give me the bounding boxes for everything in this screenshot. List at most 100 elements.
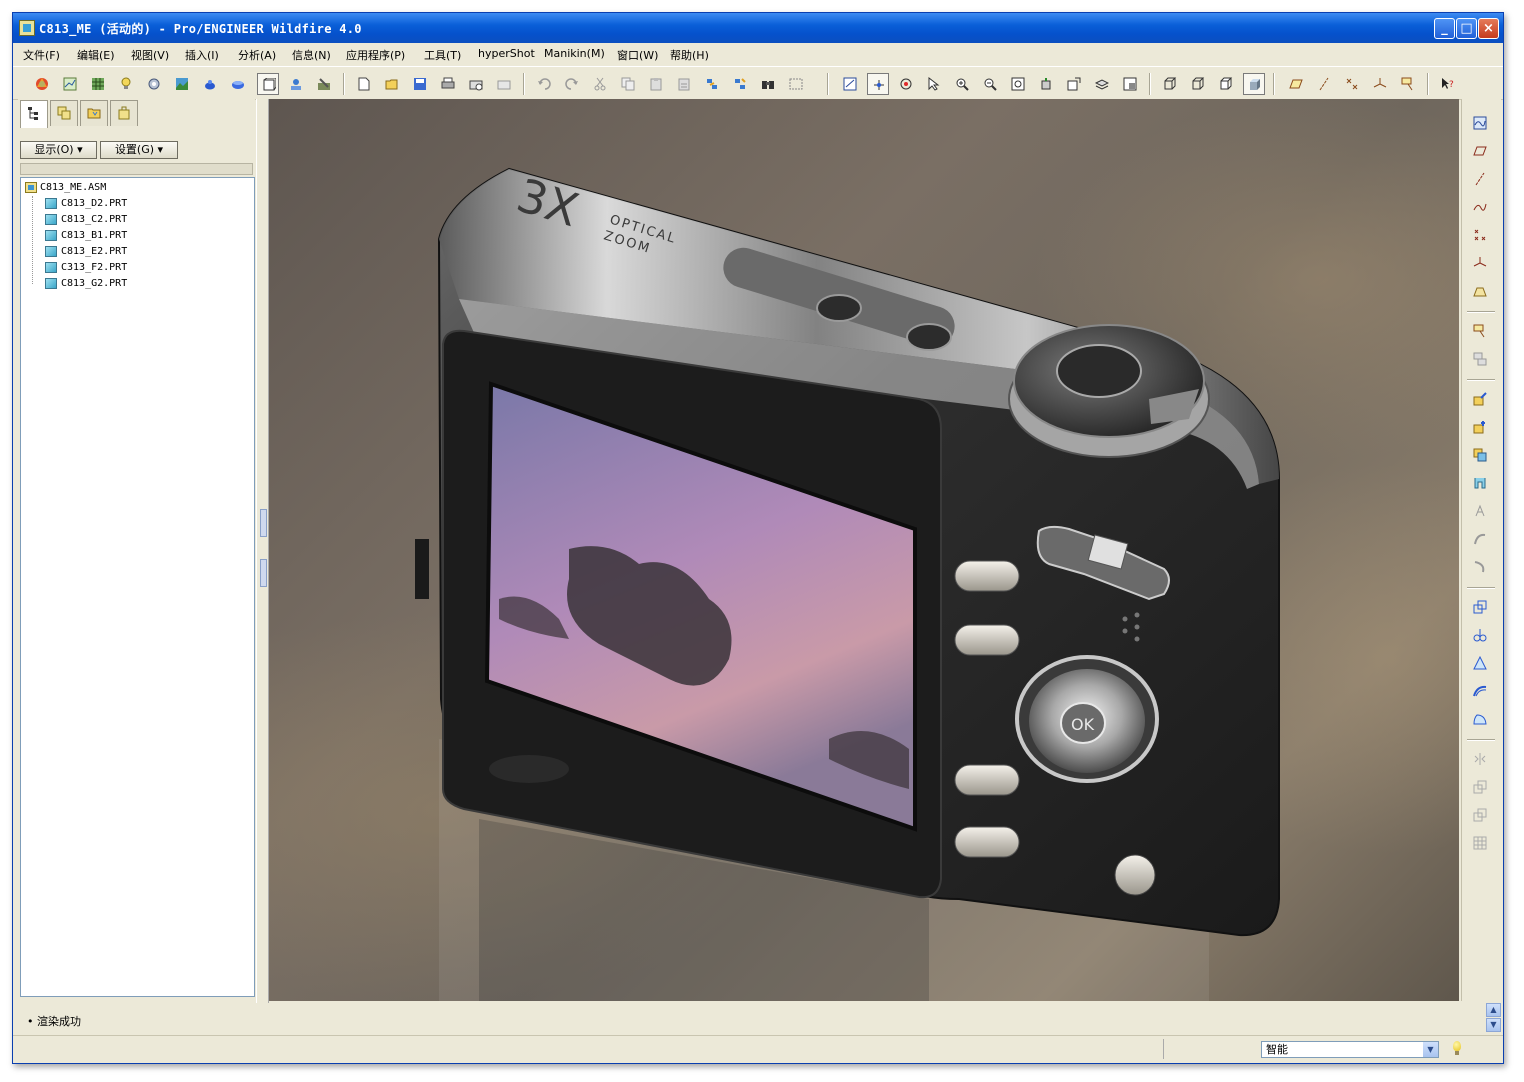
selection-filter-dropdown[interactable]: 智能 ▼ bbox=[1261, 1041, 1439, 1058]
create-component-button[interactable] bbox=[1470, 417, 1490, 437]
title-bar[interactable]: C813_ME (活动的) - Pro/ENGINEER Wildfire 4.… bbox=[13, 13, 1503, 43]
tree-item[interactable]: C813_C2.PRT bbox=[45, 212, 127, 228]
sweep-button[interactable] bbox=[1470, 681, 1490, 701]
plane-button[interactable] bbox=[1470, 141, 1490, 161]
menu-view[interactable]: 视图(V) bbox=[131, 47, 169, 63]
orient-mode-button[interactable] bbox=[895, 73, 917, 95]
assemble-button[interactable] bbox=[1470, 389, 1490, 409]
package-button[interactable] bbox=[1470, 445, 1490, 465]
new-button[interactable] bbox=[353, 73, 375, 95]
settings-dropdown[interactable]: 设置(G) ▾ bbox=[100, 141, 178, 159]
blend-button[interactable] bbox=[1470, 709, 1490, 729]
graphics-window[interactable]: 3X OPTICAL ZOOM OK bbox=[269, 99, 1459, 1001]
menu-applications[interactable]: 应用程序(P) bbox=[346, 47, 405, 63]
no-hidden-button[interactable] bbox=[1215, 73, 1237, 95]
tree-item[interactable]: C813_G2.PRT bbox=[45, 276, 127, 292]
photo-render-button[interactable] bbox=[285, 73, 307, 95]
menu-edit[interactable]: 编辑(E) bbox=[77, 47, 115, 63]
paste-button[interactable] bbox=[645, 73, 667, 95]
copy-button[interactable] bbox=[617, 73, 639, 95]
wireframe-button[interactable] bbox=[1159, 73, 1181, 95]
undo-button[interactable] bbox=[533, 73, 555, 95]
render-region-button[interactable] bbox=[313, 73, 335, 95]
repaint-button[interactable] bbox=[839, 73, 861, 95]
annotation-button[interactable] bbox=[1397, 73, 1419, 95]
datum-planes-button[interactable] bbox=[1285, 73, 1307, 95]
menu-file[interactable]: 文件(F) bbox=[23, 47, 60, 63]
appearance-button[interactable] bbox=[199, 73, 221, 95]
user-tool-button[interactable] bbox=[115, 73, 137, 95]
mirror-tool-button[interactable] bbox=[1470, 749, 1490, 769]
chart-view-button[interactable] bbox=[59, 73, 81, 95]
minimize-button[interactable]: _ bbox=[1434, 18, 1455, 39]
scroll-down-arrow[interactable]: ▼ bbox=[1486, 1018, 1501, 1032]
select-box-button[interactable] bbox=[785, 73, 807, 95]
maximize-button[interactable]: □ bbox=[1456, 18, 1477, 39]
scene-button[interactable] bbox=[227, 73, 249, 95]
tab-folder-browser[interactable] bbox=[80, 100, 108, 126]
tree-root-item[interactable]: C813_ME.ASM bbox=[25, 180, 106, 196]
zoom-in-button[interactable] bbox=[951, 73, 973, 95]
expand-handle[interactable] bbox=[260, 559, 267, 587]
menu-manikin[interactable]: Manikin(M) bbox=[544, 47, 605, 60]
pick-button[interactable] bbox=[923, 73, 945, 95]
analysis-feature-button[interactable] bbox=[1470, 281, 1490, 301]
menu-info[interactable]: 信息(N) bbox=[292, 47, 331, 63]
show-dropdown[interactable]: 显示(O) ▾ bbox=[20, 141, 97, 159]
datum-axes-button[interactable] bbox=[1313, 73, 1335, 95]
repeat-button[interactable] bbox=[1470, 597, 1490, 617]
component-interface-button[interactable] bbox=[1470, 349, 1490, 369]
hidden-line-button[interactable] bbox=[1187, 73, 1209, 95]
csys-button[interactable] bbox=[1470, 253, 1490, 273]
collapse-handle[interactable] bbox=[260, 509, 267, 537]
saved-views-button[interactable] bbox=[1063, 73, 1085, 95]
scroll-up-arrow[interactable]: ▲ bbox=[1486, 1003, 1501, 1017]
menu-hypershot[interactable]: hyperShot bbox=[478, 47, 535, 60]
regen-manager-button[interactable] bbox=[729, 73, 751, 95]
gear-tool-button[interactable] bbox=[143, 73, 165, 95]
tree-item[interactable]: C813_E2.PRT bbox=[45, 244, 127, 260]
save-button[interactable] bbox=[409, 73, 431, 95]
axis-button[interactable] bbox=[1470, 169, 1490, 189]
zoom-out-button[interactable] bbox=[979, 73, 1001, 95]
tab-favorites[interactable] bbox=[110, 100, 138, 126]
chevron-down-icon[interactable]: ▼ bbox=[1423, 1042, 1438, 1057]
mirror-button[interactable] bbox=[1470, 653, 1490, 673]
annotation-feature-button[interactable] bbox=[1470, 321, 1490, 341]
email-link-button[interactable] bbox=[493, 73, 515, 95]
layers-button[interactable] bbox=[1091, 73, 1113, 95]
trim-tool-button[interactable] bbox=[1470, 805, 1490, 825]
tree-item[interactable]: C313_F2.PRT bbox=[45, 260, 127, 276]
open-button[interactable] bbox=[381, 73, 403, 95]
print-button[interactable] bbox=[437, 73, 459, 95]
cut-feature-button[interactable] bbox=[1470, 529, 1490, 549]
skeleton-button[interactable] bbox=[1470, 501, 1490, 521]
email-button[interactable] bbox=[465, 73, 487, 95]
lightbulb-icon[interactable] bbox=[1453, 1041, 1461, 1055]
view-manager-button[interactable] bbox=[1119, 73, 1141, 95]
grid-surface-button[interactable] bbox=[87, 73, 109, 95]
thicken-tool-button[interactable] bbox=[1470, 833, 1490, 853]
tab-model-tree[interactable] bbox=[20, 100, 48, 128]
context-help-button[interactable]: ? bbox=[1437, 73, 1459, 95]
menu-insert[interactable]: 插入(I) bbox=[185, 47, 219, 63]
shading-button[interactable] bbox=[1243, 73, 1265, 95]
menu-window[interactable]: 窗口(W) bbox=[617, 47, 658, 63]
reorient-button[interactable] bbox=[1035, 73, 1057, 95]
menu-help[interactable]: 帮助(H) bbox=[670, 47, 709, 63]
merge-tool-button[interactable] bbox=[1470, 777, 1490, 797]
hole-button[interactable] bbox=[1470, 557, 1490, 577]
menu-analysis[interactable]: 分析(A) bbox=[238, 47, 276, 63]
cut-button[interactable] bbox=[589, 73, 611, 95]
menu-tools[interactable]: 工具(T) bbox=[424, 47, 461, 63]
datum-display-button[interactable] bbox=[257, 73, 279, 95]
browser-button[interactable] bbox=[31, 73, 53, 95]
find-button[interactable] bbox=[757, 73, 779, 95]
refit-button[interactable] bbox=[1007, 73, 1029, 95]
point-button[interactable] bbox=[1470, 225, 1490, 245]
redo-button[interactable] bbox=[561, 73, 583, 95]
datum-csys-button[interactable] bbox=[1369, 73, 1391, 95]
merge-button[interactable] bbox=[1470, 473, 1490, 493]
render-room-button[interactable] bbox=[171, 73, 193, 95]
panel-splitter[interactable] bbox=[256, 99, 269, 1003]
